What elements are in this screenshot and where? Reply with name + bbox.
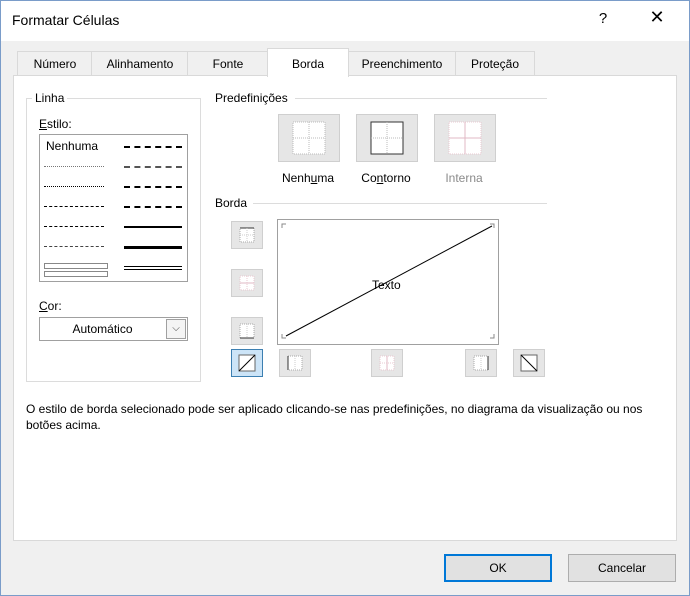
- tab-label: Preenchimento: [361, 57, 443, 71]
- color-select-value: Automático: [72, 322, 133, 336]
- chevron-down-icon[interactable]: ⌵: [166, 319, 186, 339]
- border-inside-vertical-button[interactable]: [371, 349, 403, 377]
- tab-label: Fonte: [212, 57, 244, 71]
- border-left-icon: [287, 355, 303, 371]
- tab-borda[interactable]: Borda: [267, 48, 349, 77]
- preset-outline-label: Contorno: [361, 171, 411, 185]
- line-style-option[interactable]: [44, 166, 104, 167]
- ok-button[interactable]: OK: [444, 554, 552, 582]
- line-group-title: Linha: [32, 91, 68, 105]
- border-diagonal-up-button[interactable]: [231, 349, 263, 377]
- preset-inside-icon: [448, 121, 482, 155]
- border-preview[interactable]: Texto: [277, 219, 499, 345]
- presets-divider: [295, 98, 547, 99]
- line-style-option[interactable]: [44, 226, 104, 227]
- tab-preenchimento[interactable]: Preenchimento: [347, 51, 457, 76]
- line-style-option[interactable]: [44, 186, 104, 187]
- border-inside-horizontal-button[interactable]: [231, 269, 263, 297]
- border-right-button[interactable]: [465, 349, 497, 377]
- preset-none-label: Nenhuma: [281, 171, 335, 185]
- line-style-option-selected[interactable]: [44, 263, 108, 269]
- line-style-option[interactable]: [44, 271, 108, 277]
- preview-text: Texto: [372, 278, 401, 292]
- tab-protecao[interactable]: Proteção: [455, 51, 535, 76]
- line-style-option[interactable]: [44, 246, 104, 247]
- border-divider: [253, 203, 547, 204]
- help-button[interactable]: ?: [593, 10, 613, 27]
- tab-numero[interactable]: Número: [17, 51, 93, 76]
- tab-label: Proteção: [470, 57, 520, 71]
- presets-title: Predefinições: [215, 91, 288, 105]
- line-style-list[interactable]: Nenhuma: [39, 134, 188, 282]
- preset-inside-button[interactable]: [434, 114, 496, 162]
- tab-label: Número: [33, 57, 77, 71]
- border-inside-horizontal-icon: [239, 275, 255, 291]
- border-bottom-button[interactable]: [231, 317, 263, 345]
- tab-fonte[interactable]: Fonte: [187, 51, 269, 76]
- preset-outline-button[interactable]: [356, 114, 418, 162]
- line-style-option[interactable]: [124, 186, 182, 188]
- preset-none-icon: [292, 121, 326, 155]
- cancel-button[interactable]: Cancelar: [568, 554, 676, 582]
- dialog-title: Formatar Células: [12, 12, 120, 28]
- tab-label: Borda: [291, 57, 325, 71]
- line-style-option[interactable]: [124, 226, 182, 228]
- border-bottom-icon: [239, 323, 255, 339]
- diagonal-up-icon: [238, 354, 256, 372]
- line-style-option[interactable]: [44, 206, 104, 207]
- border-title: Borda: [215, 196, 248, 210]
- line-style-option[interactable]: [124, 146, 182, 148]
- border-top-button[interactable]: [231, 221, 263, 249]
- tab-label: Alinhamento: [106, 57, 174, 71]
- line-style-option[interactable]: [124, 266, 182, 270]
- style-none-option[interactable]: Nenhuma: [46, 139, 98, 153]
- style-label: Estilo:: [39, 117, 72, 131]
- border-help-text: O estilo de borda selecionado pode ser a…: [26, 402, 643, 432]
- line-style-option[interactable]: [124, 166, 182, 168]
- tab-alinhamento[interactable]: Alinhamento: [91, 51, 189, 76]
- color-label: Cor:: [39, 299, 62, 313]
- border-diagonal-down-button[interactable]: [513, 349, 545, 377]
- line-style-option[interactable]: [124, 206, 182, 208]
- preset-outline-icon: [370, 121, 404, 155]
- line-style-option[interactable]: [124, 246, 182, 249]
- border-right-icon: [473, 355, 489, 371]
- border-left-button[interactable]: [279, 349, 311, 377]
- diagonal-down-icon: [520, 354, 538, 372]
- preset-inside-label: Interna: [445, 171, 483, 185]
- preset-none-button[interactable]: [278, 114, 340, 162]
- border-top-icon: [239, 227, 255, 243]
- format-cells-dialog: Formatar Células ? ✕ Número Alinhamento …: [0, 0, 690, 596]
- title-bar: Formatar Células ? ✕: [1, 1, 689, 41]
- close-button[interactable]: ✕: [647, 7, 667, 28]
- border-inside-vertical-icon: [379, 355, 395, 371]
- color-select[interactable]: Automático ⌵: [39, 317, 188, 341]
